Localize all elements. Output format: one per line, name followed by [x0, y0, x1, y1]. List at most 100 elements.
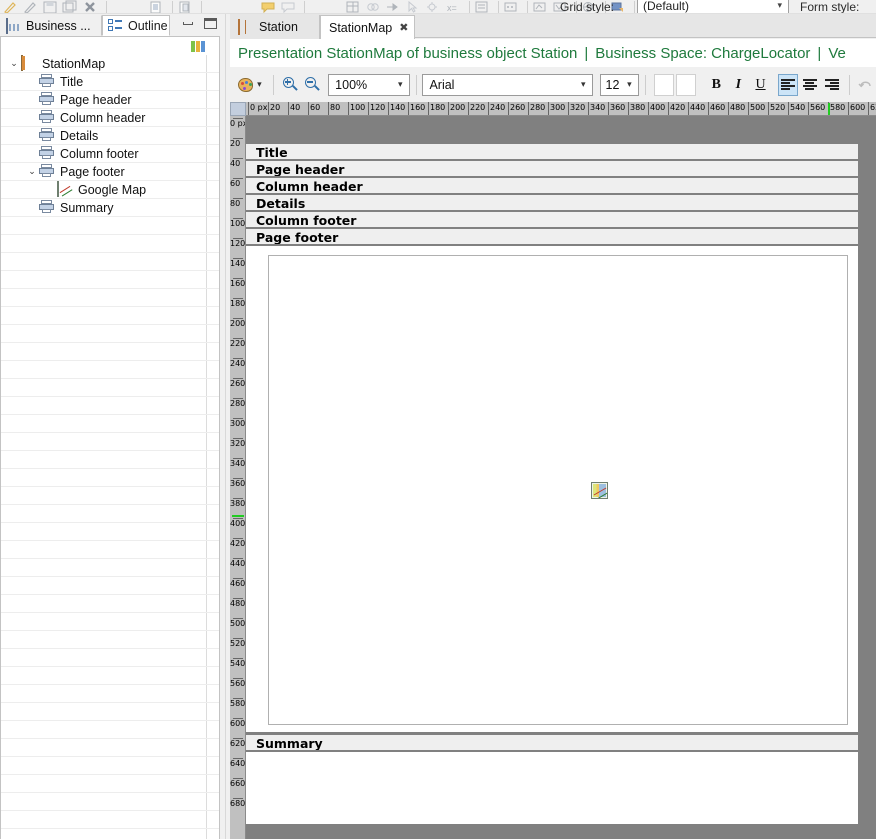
preview-icon[interactable] [503, 0, 519, 13]
ruler-label: 460 [710, 103, 726, 112]
color-bars-icon[interactable] [191, 41, 205, 52]
tree-item-title[interactable]: Title [1, 73, 219, 91]
grid-style-dropdown[interactable]: (Default) ▾ [637, 0, 789, 13]
chevron-down-icon: ▾ [580, 79, 586, 89]
save-icon[interactable] [42, 0, 58, 13]
background-color-button[interactable] [675, 73, 697, 96]
text-color-button[interactable] [653, 73, 674, 96]
ruler-tick [748, 102, 749, 115]
tab-business-objects[interactable]: Business ... [0, 15, 102, 36]
close-icon[interactable]: ✖ [399, 21, 408, 34]
arrow-right-icon[interactable] [385, 0, 401, 13]
ruler-label: 480 [730, 103, 746, 112]
tree-item-details[interactable]: Details [1, 127, 219, 145]
ruler-tick [468, 102, 469, 115]
minimize-icon[interactable] [181, 16, 196, 31]
palette-dropdown-caret[interactable]: ▾ [257, 79, 262, 90]
band-resize-grip[interactable] [858, 752, 876, 824]
comment-blank-icon[interactable] [280, 0, 296, 13]
ruler-label: 40 [230, 159, 241, 168]
table-icon[interactable] [345, 0, 361, 13]
tree-item-column-header[interactable]: Column header [1, 109, 219, 127]
font-size-dropdown[interactable]: 12 ▾ [599, 73, 639, 96]
tree-item-google-map[interactable]: Google Map [1, 181, 219, 199]
cursor-icon[interactable] [405, 0, 421, 13]
panel-splitter[interactable] [222, 14, 230, 839]
chevron-down-icon: ▾ [397, 79, 403, 89]
align-left-icon[interactable] [777, 73, 798, 96]
google-map-image[interactable] [591, 482, 608, 499]
editor-tab-stationmap[interactable]: StationMap ✖ [320, 15, 415, 39]
design-surface[interactable]: Title Page header Column header Details Colu… [246, 116, 876, 839]
horizontal-position-marker [828, 103, 830, 115]
copy-icon[interactable] [148, 0, 164, 13]
band-resize-grip[interactable] [858, 246, 876, 732]
tree-item-page-footer[interactable]: ⌄ Page footer [1, 163, 219, 181]
ruler-label: 540 [230, 659, 246, 668]
band-label-text: Page footer [256, 230, 339, 245]
ruler-label: 120 [230, 239, 246, 248]
delete-icon[interactable] [82, 0, 98, 13]
report-design-canvas[interactable]: 0 px 20 40 60 80 100 120 140 160 180 200 220 240 260 2… [230, 102, 876, 839]
toolbar-separator [201, 1, 202, 13]
horizontal-ruler[interactable]: 0 px 20 40 60 80 100 120 140 160 180 200 220 240 260 2… [246, 102, 876, 116]
page-content-frame[interactable] [268, 255, 848, 725]
tab-outline[interactable]: Outline [102, 15, 170, 36]
business-object-icon [6, 17, 21, 34]
ruler-label: 260 [230, 379, 246, 388]
ruler-label: 260 [510, 103, 526, 112]
report-icon [21, 55, 37, 71]
vertical-ruler[interactable]: 0 px 20 40 60 80 100 120 140 160 180 200 220 240 260 2… [230, 116, 246, 839]
list-icon[interactable] [474, 0, 490, 13]
align-right-icon[interactable] [822, 74, 842, 96]
pencil-edit-icon[interactable] [2, 0, 18, 13]
save-all-icon[interactable] [62, 0, 78, 13]
maximize-icon[interactable] [203, 16, 218, 31]
italic-button[interactable]: I [728, 74, 748, 96]
editor-tab-station[interactable]: Station [230, 15, 320, 39]
comment-icon[interactable] [260, 0, 276, 13]
ruler-tick [408, 102, 409, 115]
paste-icon[interactable] [177, 0, 193, 13]
chevron-down-icon[interactable]: ⌄ [25, 166, 39, 177]
toolbar-separator [498, 1, 499, 13]
editor-tab-stationmap-label: StationMap [329, 20, 393, 35]
ruler-label: 560 [810, 103, 826, 112]
outline-tree[interactable]: ⌄ StationMap Title Page header Column header… [0, 55, 220, 839]
toolbar-separator [272, 74, 274, 95]
variables-icon[interactable]: x= [445, 0, 461, 13]
tree-item-summary[interactable]: Summary [1, 199, 219, 217]
ruler-label: 180 [430, 103, 446, 112]
outline-toolbar [0, 36, 220, 55]
ruler-label: 120 [370, 103, 386, 112]
font-family-dropdown[interactable]: Arial ▾ [422, 73, 593, 96]
tree-item-stationmap[interactable]: ⌄ StationMap [1, 55, 219, 73]
ruler-label: 460 [230, 579, 246, 588]
bold-button[interactable]: B [706, 74, 726, 96]
tree-item-page-header[interactable]: Page header [1, 91, 219, 109]
band-label-text: Column header [256, 179, 363, 194]
underline-button[interactable]: U [750, 74, 770, 96]
tree-empty-row [1, 433, 219, 451]
tree-empty-row [1, 685, 219, 703]
zoom-out-icon[interactable] [302, 75, 320, 95]
zoom-in-icon[interactable] [280, 75, 298, 95]
chevron-down-icon: ▾ [777, 0, 782, 10]
align-center-icon[interactable] [800, 74, 820, 96]
palette-icon[interactable] [236, 75, 256, 95]
editor-tab-bar: Station StationMap ✖ [230, 14, 876, 39]
undo-icon[interactable] [856, 75, 876, 95]
band-icon [39, 128, 55, 143]
gear-icon[interactable] [425, 0, 441, 13]
zoom-level-dropdown[interactable]: 100% ▾ [328, 73, 410, 96]
chevron-down-icon: ▾ [627, 79, 632, 89]
ruler-label: 600 [230, 719, 246, 728]
tree-item-column-footer[interactable]: Column footer [1, 145, 219, 163]
chevron-down-icon[interactable]: ⌄ [7, 58, 21, 69]
link-icon[interactable] [365, 0, 381, 13]
band-icon [39, 110, 55, 125]
export-icon[interactable] [532, 0, 548, 13]
title-separator-1: | [584, 44, 589, 62]
pencil-icon[interactable] [22, 0, 38, 13]
band-area-summary[interactable] [246, 752, 858, 824]
